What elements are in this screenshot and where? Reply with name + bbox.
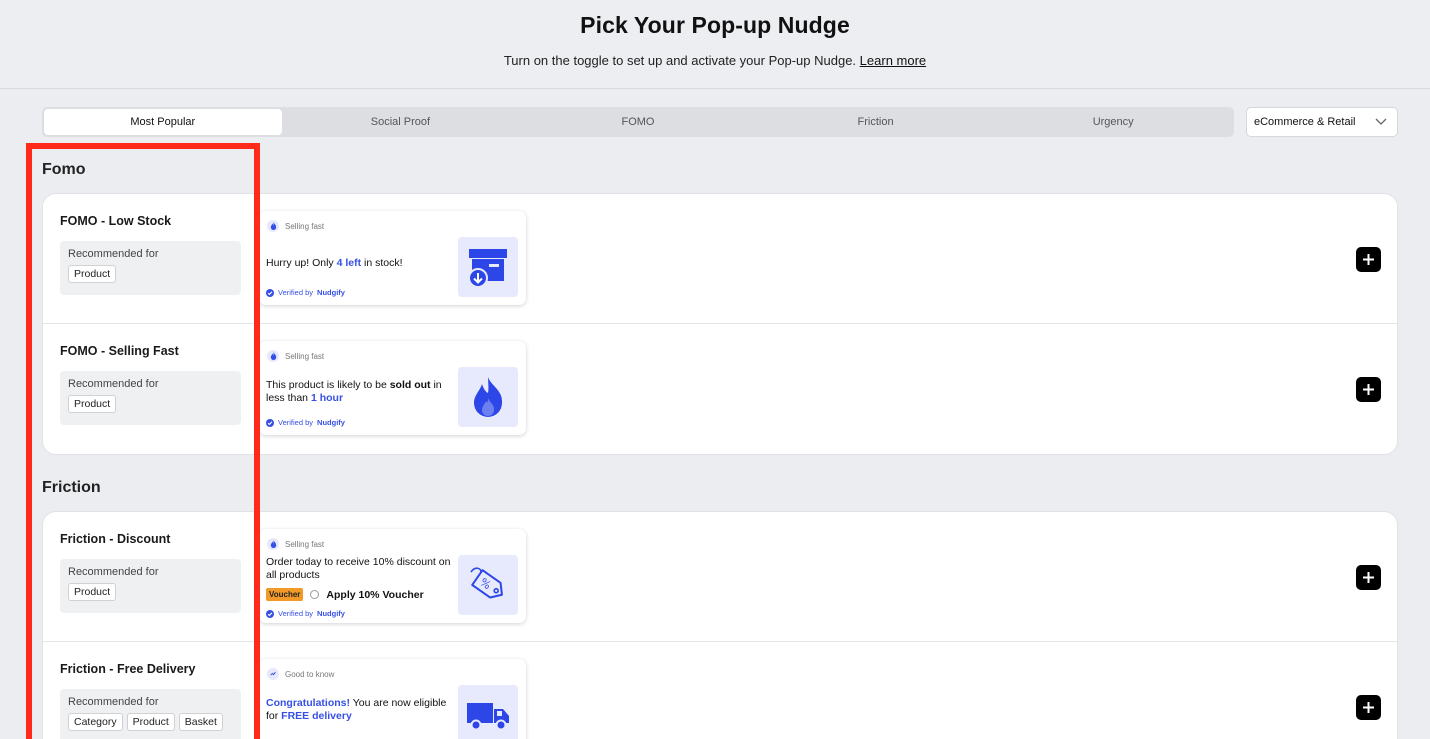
recommended-chips: Category Product Basket xyxy=(68,713,233,731)
recommended-label: Recommended for xyxy=(68,696,159,708)
recommended-box: Recommended for Product xyxy=(60,371,241,425)
nudge-row-free-delivery: Friction - Free Delivery Recommended for… xyxy=(43,642,1397,739)
tab-urgency[interactable]: Urgency xyxy=(994,109,1232,135)
plus-icon xyxy=(1363,572,1374,583)
recommended-box: Recommended for Product xyxy=(60,559,241,613)
section-title-fomo: Fomo xyxy=(42,161,86,178)
preview-tag: Selling fast xyxy=(267,220,324,232)
chip-product: Product xyxy=(68,583,117,601)
chip-basket: Basket xyxy=(178,713,223,731)
nudge-name: FOMO - Selling Fast xyxy=(60,344,179,358)
recommended-label: Recommended for xyxy=(68,566,159,578)
nudge-preview-card: Selling fast Hurry up! Only 4 left in st… xyxy=(259,211,526,305)
flame-icon xyxy=(458,367,518,427)
nudge-name: Friction - Discount xyxy=(60,532,171,546)
page-subtitle: Turn on the toggle to set up and activat… xyxy=(503,53,927,68)
chevron-down-icon xyxy=(1375,118,1387,125)
chip-category: Category xyxy=(68,713,123,731)
learn-more-link[interactable]: Learn more xyxy=(860,53,926,68)
preview-tag: Selling fast xyxy=(267,350,324,362)
add-nudge-button[interactable] xyxy=(1356,695,1381,720)
nudge-row-discount: Friction - Discount Recommended for Prod… xyxy=(43,512,1397,642)
nudge-preview-card: Selling fast Order today to receive 10% … xyxy=(259,529,526,623)
check-badge-icon xyxy=(266,609,274,618)
box-arrow-icon xyxy=(458,237,518,297)
page-title: Pick Your Pop-up Nudge xyxy=(580,12,850,38)
delivery-truck-icon xyxy=(458,685,518,739)
recommended-label: Recommended for xyxy=(68,378,159,390)
nudge-name: Friction - Free Delivery xyxy=(60,662,196,676)
check-badge-icon xyxy=(266,418,274,427)
chip-product: Product xyxy=(68,395,117,413)
tab-fomo[interactable]: FOMO xyxy=(519,109,757,135)
voucher-text: Apply 10% Voucher xyxy=(326,588,424,601)
nudge-group-friction: Friction - Discount Recommended for Prod… xyxy=(42,511,1398,739)
check-badge-icon xyxy=(266,288,274,297)
industry-select-value: eCommerce & Retail xyxy=(1254,116,1356,128)
preview-tag: Good to know xyxy=(267,668,334,680)
preview-text: Congratulations! You are now eligible fo… xyxy=(266,697,447,722)
tab-most-popular[interactable]: Most Popular xyxy=(44,109,282,135)
tab-friction[interactable]: Friction xyxy=(757,109,995,135)
verified-badge: Verified by Nudgify xyxy=(266,288,345,297)
recommended-box: Recommended for Product xyxy=(60,241,241,295)
add-nudge-button[interactable] xyxy=(1356,247,1381,272)
flame-icon xyxy=(267,220,279,232)
nudge-preview-card: Good to know Congratulations! You are no… xyxy=(259,659,526,739)
add-nudge-button[interactable] xyxy=(1356,377,1381,402)
nudge-row-low-stock: FOMO - Low Stock Recommended for Product… xyxy=(43,194,1397,324)
voucher-line: Voucher Apply 10% Voucher xyxy=(266,588,424,601)
flame-icon xyxy=(267,538,279,550)
section-title-friction: Friction xyxy=(42,479,101,496)
recommended-box: Recommended for Category Product Basket xyxy=(60,689,241,739)
verified-badge: Verified by Nudgify xyxy=(266,609,345,618)
voucher-tag: Voucher xyxy=(266,588,304,601)
recommended-chips: Product xyxy=(68,265,233,283)
plus-icon xyxy=(1363,254,1374,265)
recommended-chips: Product xyxy=(68,395,233,413)
add-nudge-button[interactable] xyxy=(1356,565,1381,590)
verified-badge: Verified by Nudgify xyxy=(266,418,345,427)
nudge-row-selling-fast: FOMO - Selling Fast Recommended for Prod… xyxy=(43,324,1397,454)
chip-product: Product xyxy=(126,713,175,731)
nudge-preview-card: Selling fast This product is likely to b… xyxy=(259,341,526,435)
tab-social-proof[interactable]: Social Proof xyxy=(282,109,520,135)
preview-text: Order today to receive 10% discount on a… xyxy=(266,556,451,581)
nudge-name: FOMO - Low Stock xyxy=(60,214,172,228)
nudge-group-fomo: FOMO - Low Stock Recommended for Product… xyxy=(42,193,1398,455)
category-tabs: Most Popular Social Proof FOMO Friction … xyxy=(42,107,1234,137)
plus-icon xyxy=(1363,702,1374,713)
preview-text: This product is likely to be sold out in… xyxy=(266,379,442,404)
preview-text: Hurry up! Only 4 left in stock! xyxy=(266,257,403,269)
flame-icon xyxy=(267,350,279,362)
industry-select[interactable]: eCommerce & Retail xyxy=(1246,107,1398,137)
chip-product: Product xyxy=(68,265,117,283)
recommended-label: Recommended for xyxy=(68,248,159,260)
plus-icon xyxy=(1363,384,1374,395)
price-tag-icon: % xyxy=(458,555,518,615)
recommended-chips: Product xyxy=(68,583,233,601)
info-icon xyxy=(267,668,279,680)
voucher-checkbox xyxy=(310,590,320,599)
page-header: Pick Your Pop-up Nudge Turn on the toggl… xyxy=(0,0,1430,89)
preview-tag: Selling fast xyxy=(267,538,324,550)
